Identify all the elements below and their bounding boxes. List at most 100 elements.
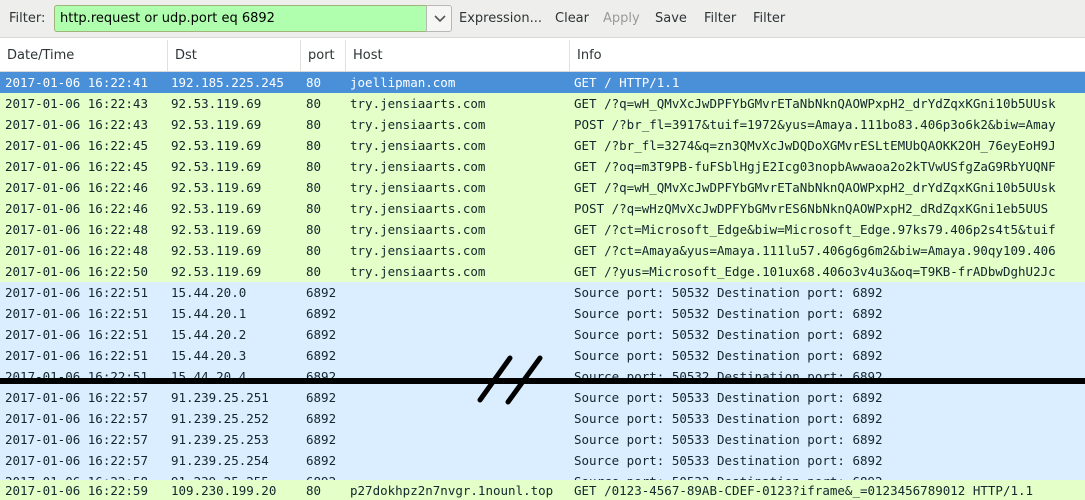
filter-input[interactable] — [54, 5, 426, 32]
row-info: Source port: 50533 Destination port: 689… — [574, 453, 883, 468]
row-dst: 92.53.119.69 — [171, 264, 262, 279]
row-dst: 109.230.199.20 — [171, 483, 277, 498]
table-row[interactable]: 2017-01-06 16:22:51 15.44.20.0 6892 Source … — [0, 282, 1085, 303]
row-datetime: 2017-01-06 16:22:51 — [5, 327, 148, 342]
row-datetime: 2017-01-06 16:22:45 — [5, 159, 148, 174]
row-datetime: 2017-01-06 16:22:57 — [5, 390, 148, 405]
row-port: 80 — [306, 159, 322, 174]
table-row[interactable]: 2017-01-06 16:22:45 92.53.119.69 80 try.jen… — [0, 135, 1085, 156]
save-button[interactable]: Save — [655, 10, 687, 27]
row-datetime: 2017-01-06 16:22:59 — [5, 483, 148, 498]
table-row[interactable]: 2017-01-06 16:22:57 91.239.25.254 6892 Sour… — [0, 450, 1085, 471]
row-info: Source port: 50532 Destination port: 689… — [574, 327, 883, 342]
table-row[interactable]: 2017-01-06 16:22:43 92.53.119.69 80 try.jen… — [0, 114, 1085, 135]
row-dst: 92.53.119.69 — [171, 222, 262, 237]
row-port: 80 — [306, 201, 322, 216]
row-port: 6892 — [306, 390, 337, 405]
table-row[interactable]: 2017-01-06 16:22:43 92.53.119.69 80 try.jen… — [0, 93, 1085, 114]
row-info: GET /?ct=Amaya&yus=Amaya.111lu57.406g6g6… — [574, 243, 1056, 258]
row-host: try.jensiaarts.com — [350, 138, 486, 153]
row-dst: 92.53.119.69 — [171, 117, 262, 132]
row-host: try.jensiaarts.com — [350, 96, 486, 111]
column-header-host[interactable]: Host — [346, 40, 570, 71]
row-datetime: 2017-01-06 16:22:51 — [5, 348, 148, 363]
apply-button[interactable]: Apply — [603, 10, 640, 27]
row-host: try.jensiaarts.com — [350, 180, 486, 195]
row-port: 80 — [306, 483, 322, 498]
clear-button[interactable]: Clear — [555, 10, 589, 27]
table-row[interactable]: 2017-01-06 16:22:57 91.239.25.252 6892 Sour… — [0, 408, 1085, 429]
display-filter-toolbar: Filter: Expression... Clear Apply Save F… — [0, 0, 1085, 38]
row-datetime: 2017-01-06 16:22:46 — [5, 180, 148, 195]
row-info: Source port: 50533 Destination port: 689… — [574, 411, 883, 426]
row-datetime: 2017-01-06 16:22:46 — [5, 201, 148, 216]
table-row[interactable]: 2017-01-06 16:22:50 92.53.119.69 80 try.jen… — [0, 261, 1085, 282]
table-row[interactable]: 2017-01-06 16:22:51 15.44.20.2 6892 Source … — [0, 324, 1085, 345]
row-host: p27dokhpz2n7nvgr.1nounl.top — [350, 483, 554, 498]
row-datetime: 2017-01-06 16:22:51 — [5, 285, 148, 300]
row-dst: 91.239.25.253 — [171, 432, 269, 447]
column-header-dst[interactable]: Dst — [168, 40, 301, 71]
packet-list[interactable]: 2017-01-06 16:22:41 192.185.225.245 80 joel… — [0, 72, 1085, 500]
table-row[interactable]: 2017-01-06 16:22:41 192.185.225.245 80 joel… — [0, 72, 1085, 93]
table-row[interactable]: 2017-01-06 16:22:46 92.53.119.69 80 try.jen… — [0, 198, 1085, 219]
row-info: Source port: 50532 Destination port: 689… — [574, 285, 883, 300]
filter-button-1[interactable]: Filter — [704, 10, 736, 27]
row-dst: 92.53.119.69 — [171, 180, 262, 195]
column-header-port[interactable]: port — [301, 40, 346, 71]
row-port: 80 — [306, 75, 322, 90]
row-info: POST /?q=wHzQMvXcJwDPFYbGMvrES6NbNknQAOW… — [574, 201, 1049, 216]
row-info: GET /?q=wH_QMvXcJwDPFYbGMvrETaNbNknQAOWP… — [574, 96, 1056, 111]
row-info: GET /?yus=Microsoft_Edge.101ux68.406o3v4… — [574, 264, 1056, 279]
filter-button-2[interactable]: Filter — [753, 10, 785, 27]
row-port: 6892 — [306, 285, 337, 300]
row-dst: 91.239.25.251 — [171, 390, 269, 405]
row-datetime: 2017-01-06 16:22:43 — [5, 96, 148, 111]
row-datetime: 2017-01-06 16:22:43 — [5, 117, 148, 132]
row-info: GET /?oq=m3T9PB-fuFSblHgjE2Icg03nopbAwwa… — [574, 159, 1056, 174]
row-port: 80 — [306, 117, 322, 132]
row-dst: 92.53.119.69 — [171, 243, 262, 258]
row-dst: 15.44.20.0 — [171, 285, 247, 300]
row-dst: 15.44.20.2 — [171, 327, 247, 342]
row-dst: 15.44.20.1 — [171, 306, 247, 321]
row-datetime: 2017-01-06 16:22:57 — [5, 453, 148, 468]
row-port: 80 — [306, 180, 322, 195]
row-info: Source port: 50533 Destination port: 689… — [574, 432, 883, 447]
row-dst: 91.239.25.254 — [171, 453, 269, 468]
row-info: GET /0123-4567-89AB-CDEF-0123?iframe&_=0… — [574, 483, 1034, 498]
table-row[interactable]: 2017-01-06 16:22:51 15.44.20.1 6892 Source … — [0, 303, 1085, 324]
row-info: Source port: 50532 Destination port: 689… — [574, 348, 883, 363]
table-row[interactable]: 2017-01-06 16:22:59 109.230.199.20 80 p27do… — [0, 480, 1085, 500]
packet-list-header: Date/Time Dst port Host Info — [0, 40, 1085, 72]
row-port: 6892 — [306, 453, 337, 468]
row-host: try.jensiaarts.com — [350, 117, 486, 132]
filter-combobox[interactable] — [54, 5, 452, 32]
expression-button[interactable]: Expression... — [459, 10, 542, 27]
table-row[interactable]: 2017-01-06 16:22:48 92.53.119.69 80 try.jen… — [0, 219, 1085, 240]
row-dst: 15.44.20.3 — [171, 348, 247, 363]
row-host: joellipman.com — [350, 75, 456, 90]
row-info: Source port: 50532 Destination port: 689… — [574, 306, 883, 321]
row-datetime: 2017-01-06 16:22:41 — [5, 75, 148, 90]
row-port: 80 — [306, 138, 322, 153]
row-datetime: 2017-01-06 16:22:48 — [5, 222, 148, 237]
row-host: try.jensiaarts.com — [350, 264, 486, 279]
row-datetime: 2017-01-06 16:22:50 — [5, 264, 148, 279]
row-port: 80 — [306, 264, 322, 279]
table-row[interactable]: 2017-01-06 16:22:48 92.53.119.69 80 try.jen… — [0, 240, 1085, 261]
row-port: 80 — [306, 243, 322, 258]
filter-dropdown-button[interactable] — [426, 5, 452, 32]
table-row[interactable]: 2017-01-06 16:22:46 92.53.119.69 80 try.jen… — [0, 177, 1085, 198]
column-header-datetime[interactable]: Date/Time — [0, 40, 168, 71]
break-mark-icon — [477, 355, 543, 405]
row-port: 80 — [306, 96, 322, 111]
table-row[interactable]: 2017-01-06 16:22:57 91.239.25.253 6892 Sour… — [0, 429, 1085, 450]
column-header-info[interactable]: Info — [570, 40, 1085, 71]
row-datetime: 2017-01-06 16:22:45 — [5, 138, 148, 153]
row-port: 6892 — [306, 348, 337, 363]
table-row[interactable]: 2017-01-06 16:22:45 92.53.119.69 80 try.jen… — [0, 156, 1085, 177]
row-host: try.jensiaarts.com — [350, 243, 486, 258]
row-info: GET /?ct=Microsoft_Edge&biw=Microsoft_Ed… — [574, 222, 1056, 237]
row-info: GET /?q=wH_QMvXcJwDPFYbGMvrETaNbNknQAOWP… — [574, 180, 1056, 195]
